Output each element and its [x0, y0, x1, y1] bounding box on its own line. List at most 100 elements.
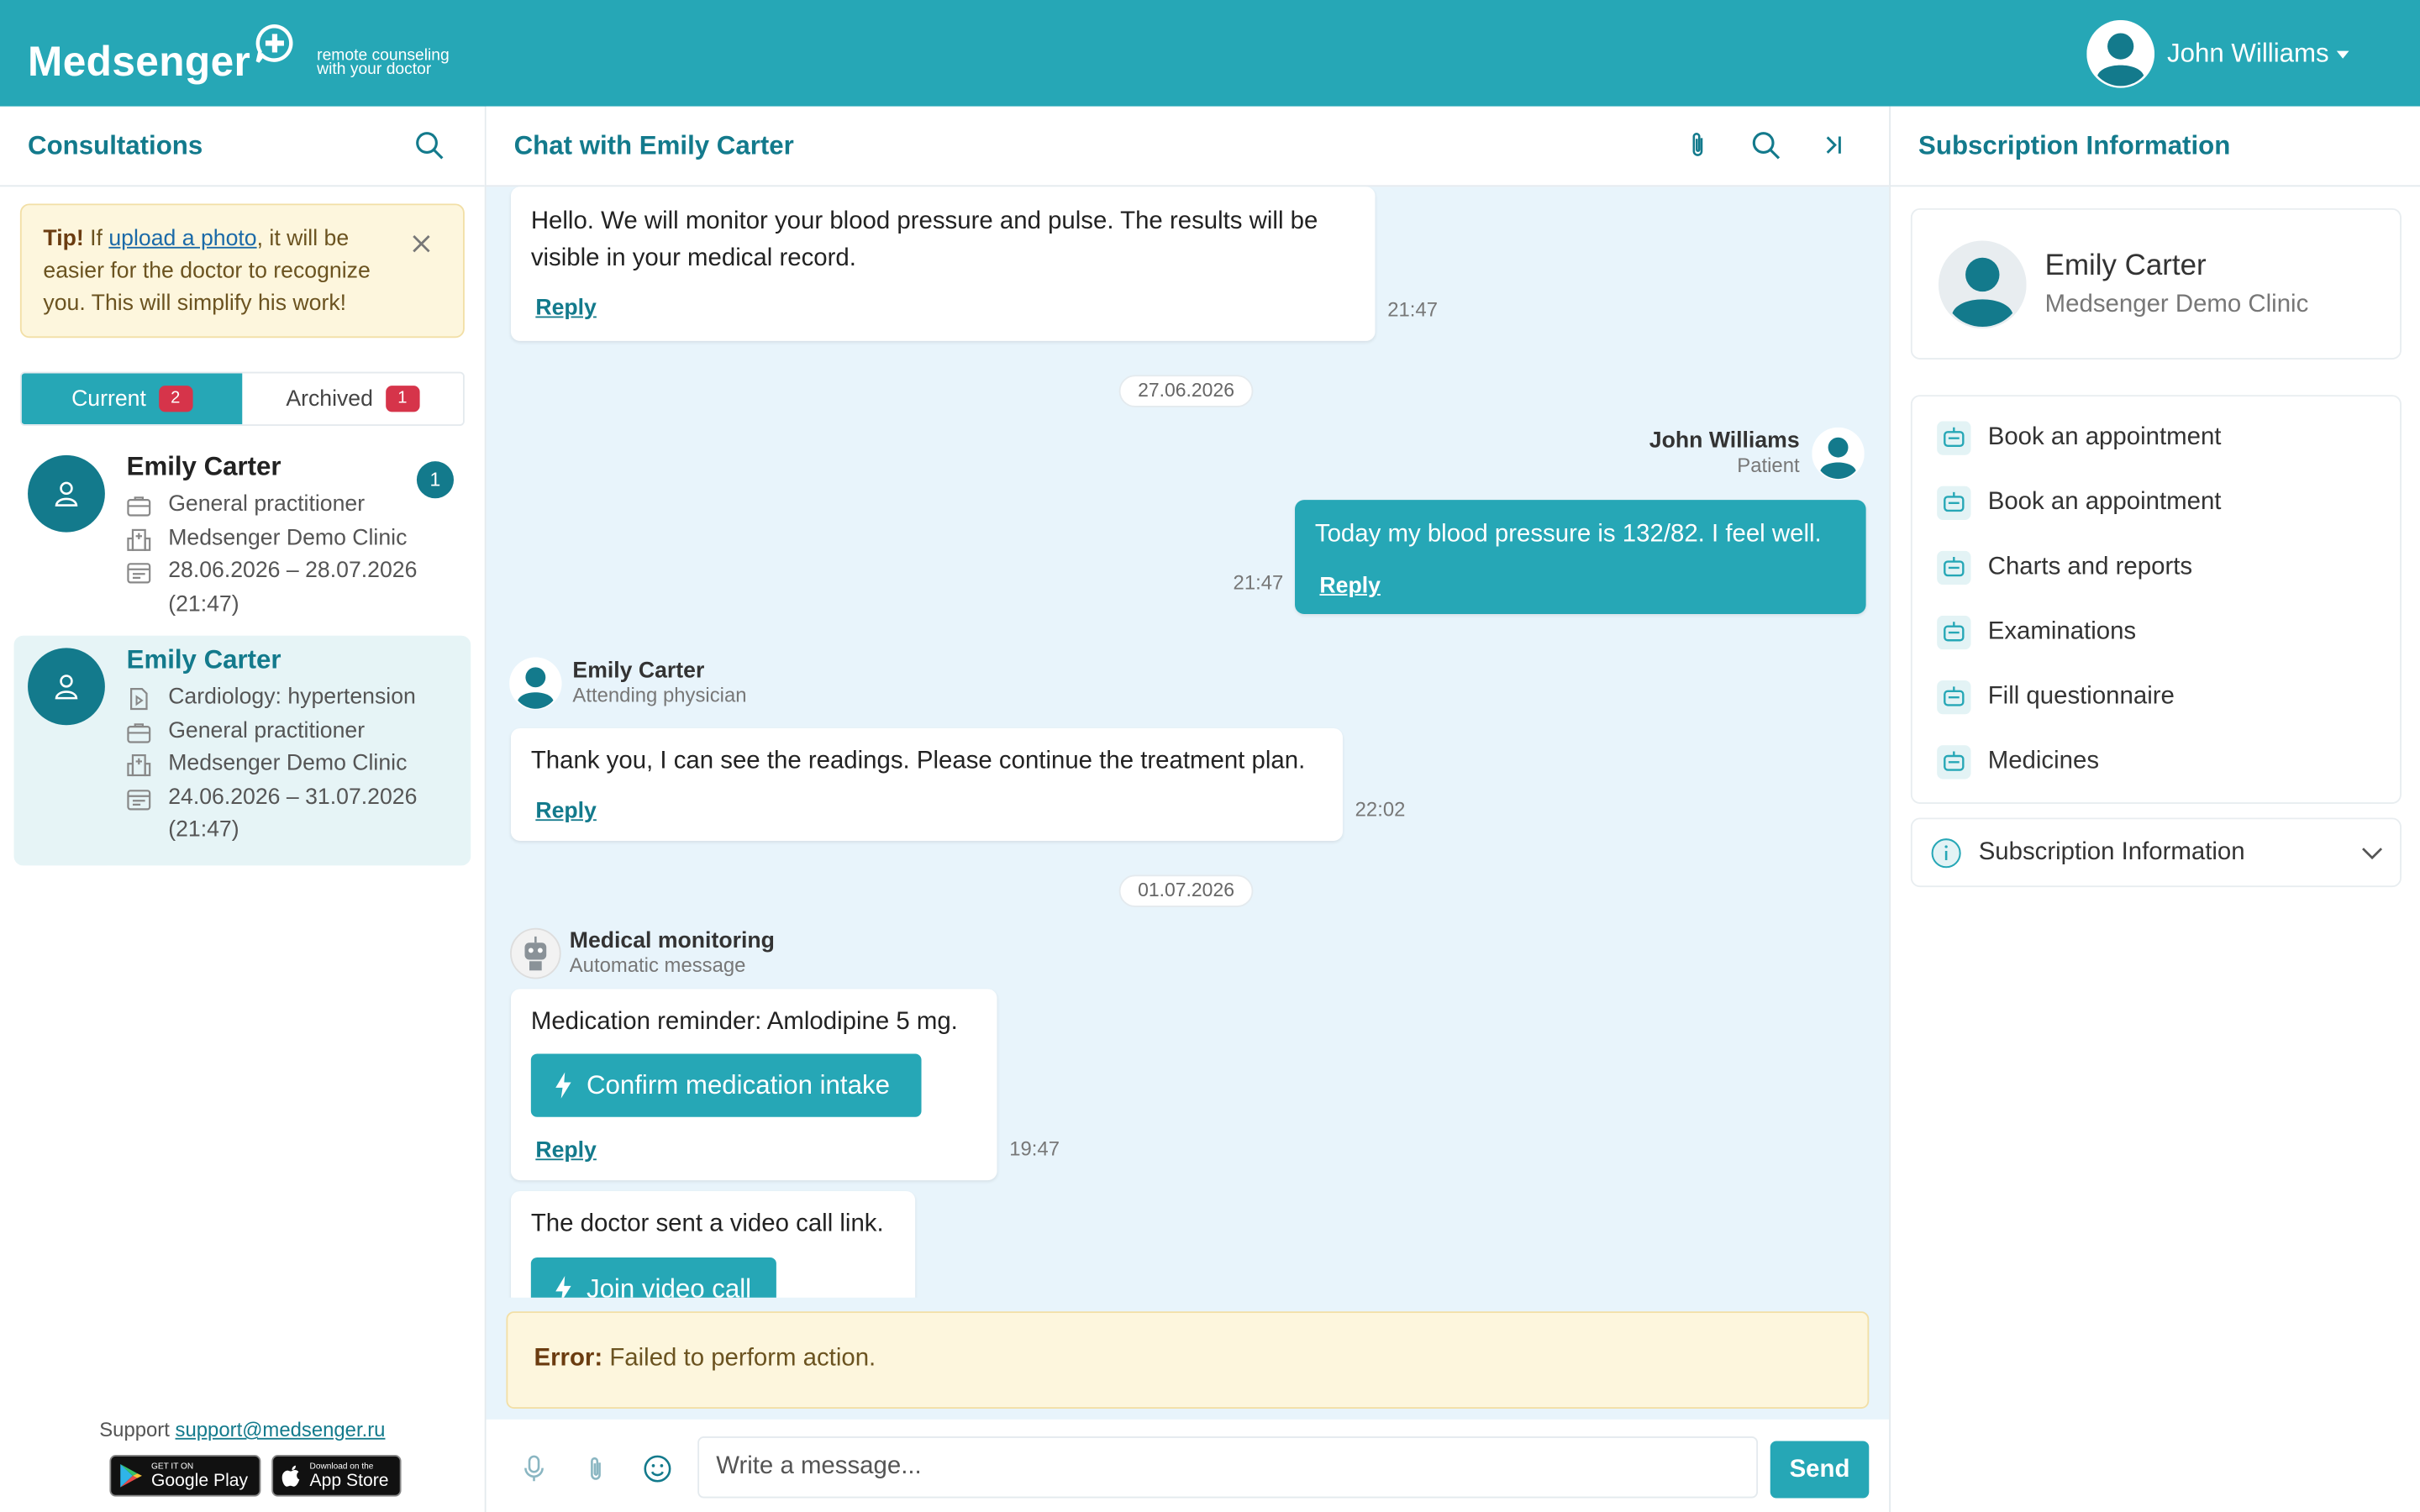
count-badge: 1 [385, 386, 420, 412]
message-bubble: Thank you, I can see the readings. Pleas… [510, 727, 1343, 842]
menu-item-book-appointment[interactable]: Book an appointment [1912, 470, 2400, 535]
menu-item-book-appointment[interactable]: Book an appointment [1912, 406, 2400, 470]
menu-item-medicines[interactable]: Medicines [1912, 730, 2400, 795]
robot-icon [1937, 421, 1971, 455]
menu-item-fill-questionnaire[interactable]: Fill questionnaire [1912, 665, 2400, 730]
consultation-item[interactable]: 1 Emily Carter General practitioner Meds… [14, 443, 471, 627]
date-separator: 27.06.2026 [1118, 375, 1254, 407]
join-video-call-button[interactable]: Join video call [530, 1257, 776, 1298]
message-text: The doctor sent a video call link. [530, 1210, 884, 1238]
doctor-avatar [28, 454, 105, 533]
robot-icon [1937, 680, 1971, 715]
chat-title: Chat with Emily Carter [513, 130, 794, 160]
subscription-info-label: Subscription Information [1978, 838, 2245, 865]
emoji-icon[interactable] [642, 1453, 673, 1484]
unread-count-badge: 1 [416, 461, 455, 499]
count-badge: 2 [158, 386, 192, 412]
upload-photo-link[interactable]: upload a photo [108, 227, 256, 251]
reply-link[interactable]: Reply [1319, 568, 1381, 605]
message-text: Today my blood pressure is 132/82. I fee… [1314, 521, 1822, 549]
menu-item-examinations[interactable]: Examinations [1912, 600, 2400, 664]
subscription-info-accordion[interactable]: Subscription Information [1910, 817, 2402, 888]
doctor-profile-card[interactable]: Emily Carter Medsenger Demo Clinic [1910, 207, 2402, 360]
chevron-down-icon [2336, 50, 2349, 58]
search-icon[interactable] [412, 128, 445, 161]
message-time: 19:47 [1009, 1137, 1060, 1161]
user-menu[interactable]: John Williams [2086, 19, 2349, 88]
chat-header: Chat with Emily Carter [486, 106, 1890, 187]
search-icon[interactable] [1749, 128, 1782, 161]
send-button[interactable]: Send [1770, 1441, 1870, 1499]
calendar-icon [127, 563, 151, 584]
message-composer: Send [486, 1419, 1890, 1512]
app-store-badges: GET IT ON Google Play Download on the App … [109, 1455, 402, 1497]
tab-archived[interactable]: Archived 1 [242, 373, 464, 425]
consultations-header: Consultations [0, 106, 485, 187]
calendar-icon [127, 789, 151, 810]
user-icon [55, 675, 78, 700]
logo-tagline: remote counseling with your doctor [317, 46, 450, 79]
lightning-icon [555, 1275, 571, 1298]
robot-avatar-icon [510, 927, 561, 979]
message-sender: Emily Carter Attending physician [509, 657, 747, 710]
microphone-icon[interactable] [518, 1453, 550, 1484]
robot-icon [1937, 486, 1971, 520]
message-bubble-own: Today my blood pressure is 132/82. I fee… [1295, 500, 1866, 615]
message-list[interactable]: Hello. We will monitor your blood pressu… [487, 186, 1890, 1298]
attachments-icon[interactable] [1681, 128, 1714, 161]
message-text: Medication reminder: Amlodipine 5 mg. [530, 1009, 958, 1036]
chevron-down-icon [2362, 848, 2383, 860]
app-store-badge[interactable]: Download on the App Store [271, 1455, 402, 1497]
reply-link[interactable]: Reply [535, 793, 597, 830]
tip-banner: Tip! If upload a photo, it will be easie… [19, 203, 465, 339]
message-input[interactable] [697, 1436, 1759, 1499]
doctor-avatar [28, 648, 105, 726]
message-sender: John Williams Patient [1566, 427, 1865, 480]
doctor-avatar-icon [509, 657, 562, 710]
info-icon [1931, 837, 1961, 868]
support-info: Support support@medsenger.ru [99, 1417, 386, 1441]
google-play-icon [120, 1464, 142, 1488]
chat-panel: Chat with Emily Carter Hello. We will mo… [486, 106, 1890, 1512]
user-name: John Williams [2167, 38, 2329, 68]
collapse-panel-icon[interactable] [1817, 128, 1850, 161]
menu-item-charts-reports[interactable]: Charts and reports [1912, 535, 2400, 600]
date-separator: 01.07.2026 [1118, 874, 1254, 908]
subscription-title: Subscription Information [1918, 130, 2231, 160]
message-time: 22:02 [1355, 797, 1406, 822]
consultation-doctor-name: Emily Carter [126, 644, 281, 675]
consultation-item-selected[interactable]: Emily Carter Cardiology: hypertension Ge… [13, 635, 471, 866]
message-text: Thank you, I can see the readings. Pleas… [530, 748, 1306, 775]
program-icon [130, 688, 148, 711]
hospital-icon [127, 528, 151, 550]
consultations-panel: Consultations Tip! If upload a photo, it… [0, 106, 487, 1512]
error-banner: Error: Failed to perform action. [506, 1311, 1870, 1409]
google-play-badge[interactable]: GET IT ON Google Play [109, 1455, 260, 1497]
lightning-icon [555, 1072, 571, 1099]
attach-icon[interactable] [581, 1453, 612, 1484]
briefcase-icon [127, 496, 151, 517]
consultations-title: Consultations [28, 130, 203, 160]
close-icon[interactable] [411, 233, 433, 255]
message-time: 21:47 [1387, 297, 1439, 322]
top-bar: Medsenger remote counseling with your do… [0, 0, 2420, 107]
logo[interactable]: Medsenger remote counseling with your do… [28, 22, 450, 87]
support-email-link[interactable]: support@medsenger.ru [176, 1418, 386, 1441]
robot-icon [1937, 550, 1971, 585]
actions-menu: Book an appointment Book an appointment … [1910, 395, 2402, 804]
consultation-tabs: Current 2 Archived 1 [19, 371, 465, 426]
confirm-medication-button[interactable]: Confirm medication intake [530, 1053, 922, 1117]
message-sender: Medical monitoring Automatic message [509, 927, 775, 979]
logo-plus-icon [256, 24, 294, 63]
message-bubble: Medication reminder: Amlodipine 5 mg. Co… [510, 989, 997, 1181]
subscription-panel: Subscription Information Emily Carter Me… [1889, 106, 2420, 1512]
doctor-name: Emily Carter [2044, 249, 2207, 282]
message-time: 21:47 [1233, 570, 1284, 595]
tab-current[interactable]: Current 2 [21, 373, 243, 425]
reply-link[interactable]: Reply [535, 1132, 597, 1169]
user-icon [55, 481, 78, 507]
app-window: Medsenger remote counseling with your do… [0, 0, 2420, 1512]
robot-icon [1937, 615, 1971, 650]
reply-link[interactable]: Reply [535, 290, 597, 327]
message-text: Hello. We will monitor your blood pressu… [530, 207, 1318, 272]
